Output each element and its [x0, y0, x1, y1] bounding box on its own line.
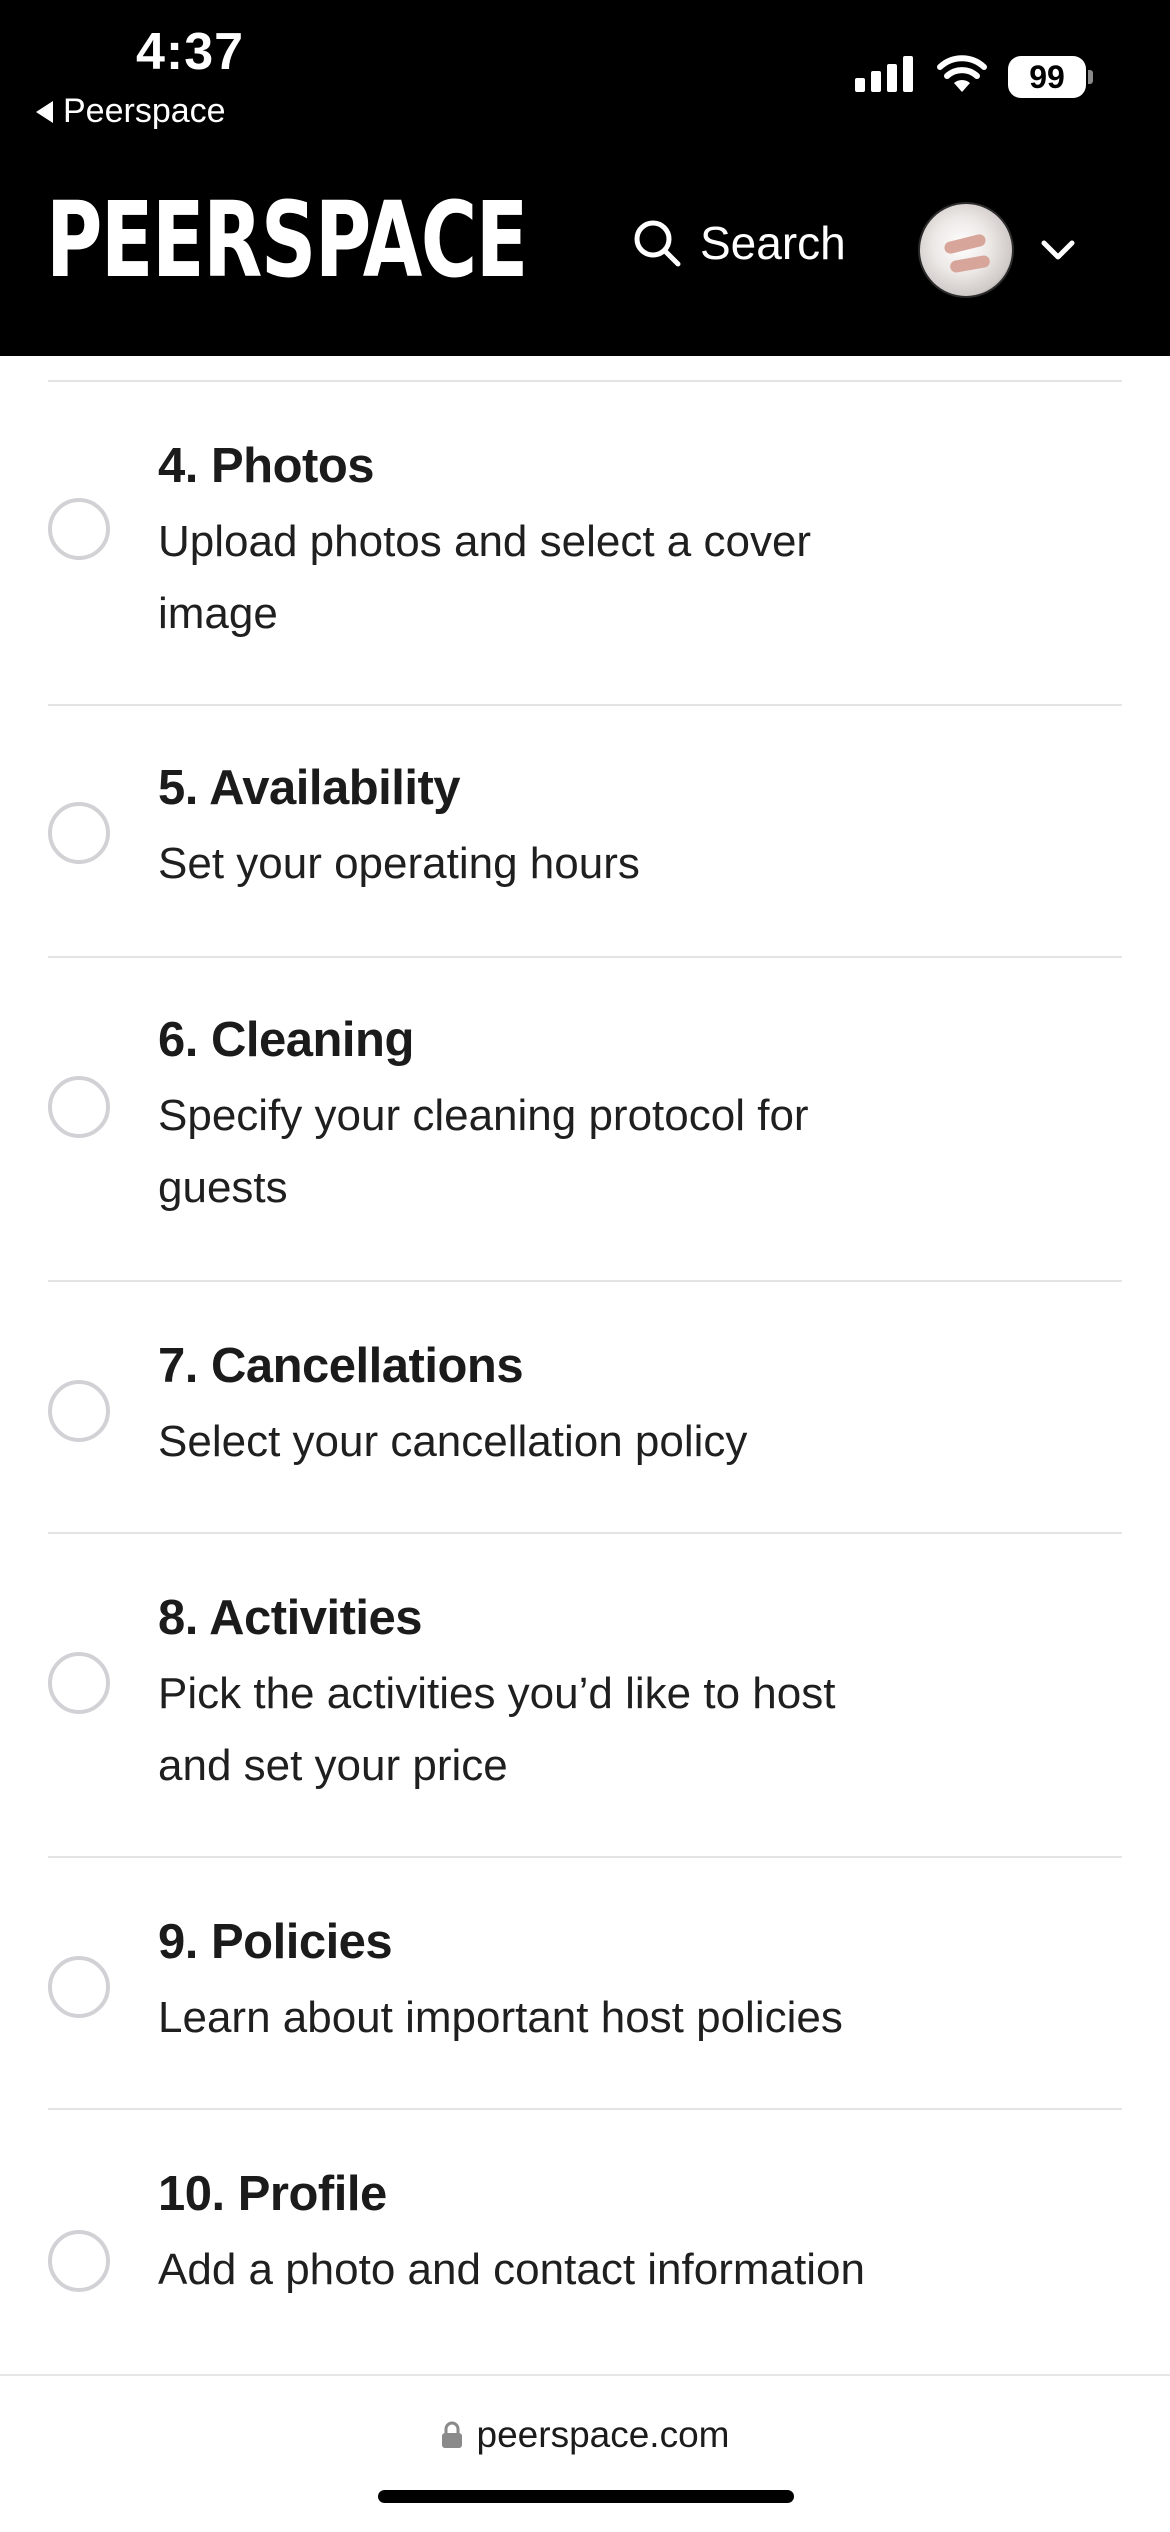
address-bar[interactable]: peerspace.com: [0, 2414, 1170, 2456]
step-item-photos[interactable]: 4. Photos Upload photos and select a cov…: [0, 382, 1170, 704]
back-triangle-icon: [36, 100, 53, 123]
step-description: Learn about important host policies: [158, 1993, 843, 2042]
step-item-cancellations[interactable]: 7. Cancellations Select your cancellatio…: [0, 1282, 1170, 1532]
peerspace-logo[interactable]: PEERSPACE: [46, 188, 528, 292]
search-label: Search: [700, 217, 846, 269]
step-status-radio[interactable]: [48, 1380, 110, 1442]
step-status-radio[interactable]: [48, 1956, 110, 2018]
step-status-radio[interactable]: [48, 498, 110, 560]
step-title: 8. Activities: [158, 1591, 423, 1645]
top-header: 4:37 Peerspace 99 PEERSPACE Search: [0, 0, 1170, 356]
cellular-signal-icon: [855, 56, 913, 92]
step-status-radio[interactable]: [48, 1076, 110, 1138]
step-description: Set your operating hours: [158, 839, 640, 888]
wifi-icon: [937, 55, 987, 92]
step-title: 7. Cancellations: [158, 1339, 524, 1393]
browser-bottom-bar: peerspace.com: [0, 2374, 1170, 2532]
url-text: peerspace.com: [476, 2414, 730, 2455]
search-icon: [634, 220, 681, 267]
search-button[interactable]: Search: [632, 216, 846, 270]
step-description: Pick the activities you’d like to host a…: [158, 1669, 836, 1790]
step-item-availability[interactable]: 5. Availability Set your operating hours: [0, 706, 1170, 956]
step-title: 10. Profile: [158, 2167, 387, 2221]
back-app-label: Peerspace: [63, 92, 226, 130]
battery-icon: 99: [1008, 56, 1086, 98]
step-title: 9. Policies: [158, 1915, 393, 1969]
step-description: Select your cancellation policy: [158, 1417, 748, 1466]
step-item-policies[interactable]: 9. Policies Learn about important host p…: [0, 1858, 1170, 2108]
step-item-activities[interactable]: 8. Activities Pick the activities you’d …: [0, 1534, 1170, 1856]
step-description: Specify your cleaning protocol for guest…: [158, 1091, 809, 1212]
step-description: Upload photos and select a cover image: [158, 517, 812, 638]
step-item-cleaning[interactable]: 6. Cleaning Specify your cleaning protoc…: [0, 958, 1170, 1280]
step-title: 4. Photos: [158, 439, 375, 493]
user-avatar[interactable]: [918, 202, 1014, 298]
battery-nub: [1088, 70, 1093, 84]
step-status-radio[interactable]: [48, 802, 110, 864]
step-status-radio[interactable]: [48, 1652, 110, 1714]
home-indicator[interactable]: [378, 2490, 794, 2503]
chevron-down-icon[interactable]: [1040, 238, 1076, 262]
screen: 4:37 Peerspace 99 PEERSPACE Search 4. Ph…: [0, 0, 1170, 2532]
step-item-profile[interactable]: 10. Profile Add a photo and contact info…: [0, 2110, 1170, 2380]
step-title: 6. Cleaning: [158, 1013, 414, 1067]
step-status-radio[interactable]: [48, 2230, 110, 2292]
lock-icon: [441, 2421, 462, 2448]
step-description: Add a photo and contact information: [158, 2245, 865, 2294]
back-to-app-link[interactable]: Peerspace: [36, 92, 226, 131]
step-title: 5. Availability: [158, 761, 461, 815]
status-time: 4:37: [136, 23, 245, 81]
